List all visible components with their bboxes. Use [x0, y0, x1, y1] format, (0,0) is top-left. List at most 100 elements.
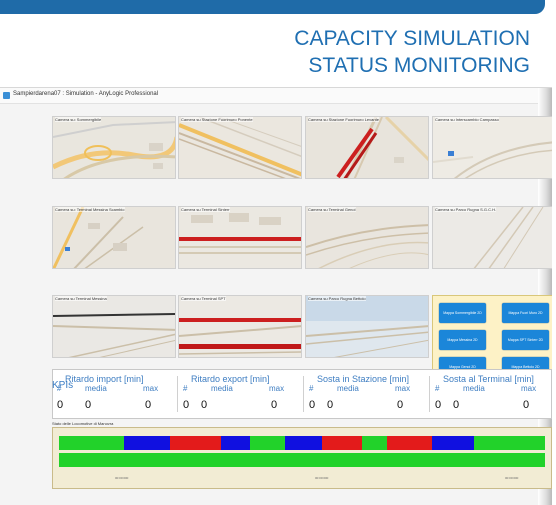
slide-title-line2: STATUS MONITORING: [308, 54, 530, 77]
kpi-media-label: media: [337, 384, 359, 393]
gantt-tick-label: 00:00:000: [505, 476, 519, 480]
kpi-media-label: media: [211, 384, 233, 393]
kpi-count-value: 0: [183, 399, 190, 411]
gantt-label: Stato delle Locomotive di Manovra: [52, 421, 114, 426]
kpi-name: Ritardo import [min]: [65, 374, 144, 384]
camera-label: Camera su Parco Rugna Bettolo: [308, 296, 366, 301]
window-titlebar[interactable]: Sampierdarena07 : Simulation - AnyLogic …: [0, 88, 552, 104]
kpi-name: Sosta in Stazione [min]: [317, 374, 410, 384]
kpi-max-label: max: [269, 384, 285, 393]
kpi-max-value: 0: [145, 399, 152, 411]
kpi-hash-label: #: [435, 384, 440, 393]
camera-view-11[interactable]: Camera su Parco Rugna Bettolo: [305, 295, 429, 358]
camera-label: Camera su Stazione Fuorimuro Ponente: [181, 117, 253, 122]
gantt-segment-idle: [249, 436, 286, 450]
gantt-segment-moving: [124, 436, 170, 450]
kpi-max-label: max: [521, 384, 537, 393]
camera-view-6[interactable]: Camera su Terminal Sinterr: [178, 206, 302, 269]
anylogic-app-icon: [3, 92, 10, 99]
gantt-segment-idle: [59, 436, 125, 450]
gantt-segment-idle: [59, 453, 545, 467]
kpi-media-label: media: [85, 384, 107, 393]
kpi-max-label: max: [395, 384, 411, 393]
kpi-media-label: media: [463, 384, 485, 393]
top-banner: [0, 0, 556, 14]
camera-scene: [179, 117, 301, 178]
camera-scene: [433, 117, 552, 178]
window-title: Sampierdarena07 : Simulation - AnyLogic …: [13, 91, 159, 97]
map-spt-sinterr-button[interactable]: Mappa SPT Sinterr 2D: [502, 330, 549, 350]
camera-label: Camera su Terminal Sinterr: [181, 207, 230, 212]
kpi-count-value: 0: [435, 399, 442, 411]
camera-label: Camera su: Sommergibile: [55, 117, 102, 122]
kpi-count-value: 0: [57, 399, 64, 411]
camera-scene: [306, 117, 428, 178]
kpi-ritardo-export: Ritardo export [min] # media max 0 0 0: [179, 374, 303, 416]
camera-label: Camera su Terminal Messina: [55, 296, 107, 301]
kpi-max-value: 0: [523, 399, 530, 411]
camera-label: Camera su Parco Rugna S.G.C.H.: [435, 207, 497, 212]
app-window: Sampierdarena07 : Simulation - AnyLogic …: [0, 87, 552, 505]
camera-view-7[interactable]: Camera su Terminal Genoi: [305, 206, 429, 269]
kpi-sosta-terminal: Sosta al Terminal [min] # media max 0 0 …: [431, 374, 552, 416]
camera-scene: [306, 296, 428, 357]
kpi-max-label: max: [143, 384, 159, 393]
map-fuori-muro-button[interactable]: Mappa Fuori Muro 2D: [502, 303, 549, 323]
camera-label: Camera su Terminal SPT: [181, 296, 226, 301]
locomotive-state-chart: 00:00:000 00:00:000 00:00:000: [52, 427, 552, 489]
kpi-divider: [429, 376, 430, 412]
camera-view-1[interactable]: Camera su: Sommergibile: [52, 116, 176, 179]
camera-view-5[interactable]: Camera su: Terminal Messina Scambio: [52, 206, 176, 269]
gantt-segment-busy: [169, 436, 222, 450]
camera-view-3[interactable]: Camera su Stazione Fuorimuro Levante: [305, 116, 429, 179]
kpi-name: Ritardo export [min]: [191, 374, 270, 384]
gantt-segment-idle: [473, 436, 545, 450]
camera-scene: [53, 207, 175, 268]
kpi-sosta-stazione: Sosta in Stazione [min] # media max 0 0 …: [305, 374, 429, 416]
kpi-panel: Ritardo import [min] # media max 0 0 0 R…: [52, 369, 552, 419]
kpi-media-value: 0: [327, 399, 334, 411]
map-messina-button[interactable]: Mappa Messina 2D: [439, 330, 486, 350]
gantt-segment-busy: [322, 436, 362, 450]
map-sommergibile-button[interactable]: Mappa Sommergibile 2D: [439, 303, 486, 323]
slide: CAPACITY SIMULATION STATUS MONITORING Sa…: [0, 0, 556, 505]
gantt-segment-moving: [221, 436, 250, 450]
gantt-tick-label: 00:00:000: [115, 476, 129, 480]
camera-label: Camera su: Terminal Messina Scambio: [55, 207, 125, 212]
kpi-hash-label: #: [183, 384, 188, 393]
camera-view-2[interactable]: Camera su Stazione Fuorimuro Ponente: [178, 116, 302, 179]
kpi-hash-label: #: [309, 384, 314, 393]
kpi-media-value: 0: [85, 399, 92, 411]
camera-scene: [179, 296, 301, 357]
gantt-row-locomotive-1: [59, 436, 545, 450]
camera-scene: [179, 207, 301, 268]
kpi-max-value: 0: [397, 399, 404, 411]
gantt-segment-busy: [386, 436, 433, 450]
camera-scene: [53, 117, 175, 178]
camera-scene: [433, 207, 552, 268]
camera-label: Camera su Terminal Genoi: [308, 207, 356, 212]
slide-title-line1: CAPACITY SIMULATION: [294, 27, 530, 50]
gantt-tick-label: 00:00:000: [315, 476, 329, 480]
kpis-title: KPIs: [52, 380, 74, 391]
kpi-media-value: 0: [201, 399, 208, 411]
kpi-name: Sosta al Terminal [min]: [443, 374, 534, 384]
slide-title: CAPACITY SIMULATION STATUS MONITORING: [294, 25, 530, 79]
kpi-count-value: 0: [309, 399, 316, 411]
gantt-segment-moving: [285, 436, 323, 450]
gantt-segment-idle: [361, 436, 387, 450]
kpi-divider: [303, 376, 304, 412]
camera-view-10[interactable]: Camera su Terminal SPT: [178, 295, 302, 358]
gantt-segment-moving: [432, 436, 474, 450]
camera-view-8[interactable]: Camera su Parco Rugna S.G.C.H.: [432, 206, 552, 269]
camera-label: Camera su Stazione Fuorimuro Levante: [308, 117, 379, 122]
camera-scene: [306, 207, 428, 268]
camera-view-9[interactable]: Camera su Terminal Messina: [52, 295, 176, 358]
camera-view-4[interactable]: Camera su Interscambio Campasso: [432, 116, 552, 179]
kpi-divider: [177, 376, 178, 412]
kpi-max-value: 0: [271, 399, 278, 411]
camera-label: Camera su Interscambio Campasso: [435, 117, 499, 122]
kpi-media-value: 0: [453, 399, 460, 411]
gantt-row-locomotive-2: [59, 453, 545, 467]
camera-scene: [53, 296, 175, 357]
